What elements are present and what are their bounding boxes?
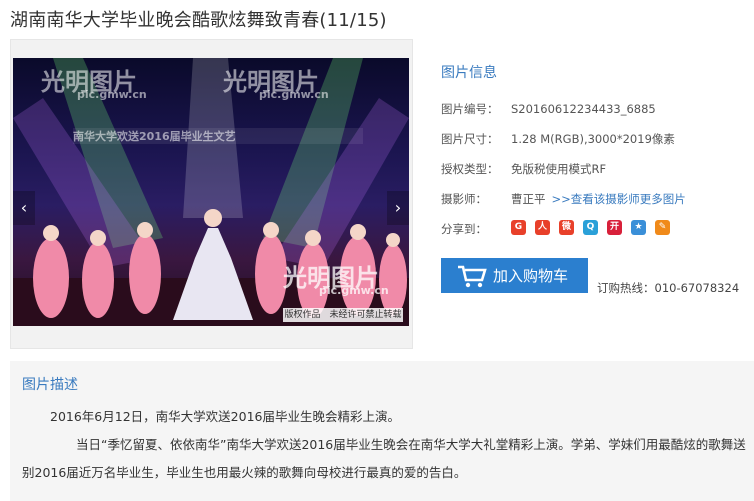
info-label: 分享到： [441,222,487,236]
share-icon-star[interactable]: ★ [631,220,646,235]
description-paragraph: 2016年6月12日，南华大学欢送2016届毕业生晚会精彩上演。 [50,409,400,424]
watermark-url: pic.gmw.cn [319,284,389,297]
description-panel: 图片描述 2016年6月12日，南华大学欢送2016届毕业生晚会精彩上演。 当日… [10,361,754,501]
info-section-title: 图片信息 [441,65,497,81]
info-value: S20160612234433_6885 [511,102,656,116]
info-row-id: 图片编号： S20160612234433_6885 [441,102,751,132]
info-row-license: 授权类型： 免版税使用模式RF [441,162,751,192]
share-icons: G 人 微 Q 开 ★ ✎ [511,220,670,252]
description-paragraph: 当日“季忆留夏、依依南华”南华大学欢送2016届毕业生晚会在南华大学大礼堂精彩上… [22,437,746,480]
share-icon-renren[interactable]: 人 [535,220,550,235]
info-label: 图片尺寸： [441,132,499,146]
share-icon-weibo[interactable]: 微 [559,220,574,235]
prev-photo-button[interactable]: ‹ [13,191,35,225]
info-label: 图片编号： [441,102,499,116]
add-to-cart-button[interactable]: 加入购物车 [441,258,588,293]
description-title: 图片描述 [22,377,78,393]
info-row-share: 分享到： G 人 微 Q 开 ★ ✎ [441,220,751,252]
info-label: 摄影师： [441,192,487,206]
page-title: 湖南南华大学毕业晚会酷歌炫舞致青春(11/15) [10,10,387,31]
copyright-notice: 版权作品 未经许可禁止转载 [283,308,403,322]
photographer-more-link[interactable]: >>查看该摄影师更多图片 [552,192,686,222]
info-label: 授权类型： [441,162,499,176]
order-hotline: 订购热线：010-67078324 [597,281,740,295]
share-icon-edit[interactable]: ✎ [655,220,670,235]
add-to-cart-label: 加入购物车 [493,267,569,285]
photo-frame: 光明图片 pic.gmw.cn 光明图片 pic.gmw.cn 南华大学欢送20… [10,39,413,349]
info-value: 1.28 M(RGB),3000*2019像素 [511,132,675,146]
cart-icon [458,265,487,287]
info-value: 免版税使用模式RF [511,162,607,176]
share-icon-kaixin[interactable]: 开 [607,220,622,235]
share-icon-g[interactable]: G [511,220,526,235]
watermark-url: pic.gmw.cn [77,88,147,101]
info-row-photographer: 摄影师： 曹正平 >>查看该摄影师更多图片 [441,192,751,222]
next-photo-button[interactable]: › [387,191,409,225]
info-row-size: 图片尺寸： 1.28 M(RGB),3000*2019像素 [441,132,751,162]
share-icon-qzone[interactable]: Q [583,220,598,235]
image-info-panel: 图片信息 图片编号： S20160612234433_6885 图片尺寸： 1.… [441,62,751,252]
watermark-url: pic.gmw.cn [259,88,329,101]
photographer-name: 曹正平 [511,192,546,206]
stage-banner: 南华大学欢送2016届毕业生文艺 [73,130,236,143]
main-photo[interactable]: 光明图片 pic.gmw.cn 光明图片 pic.gmw.cn 南华大学欢送20… [13,58,409,326]
